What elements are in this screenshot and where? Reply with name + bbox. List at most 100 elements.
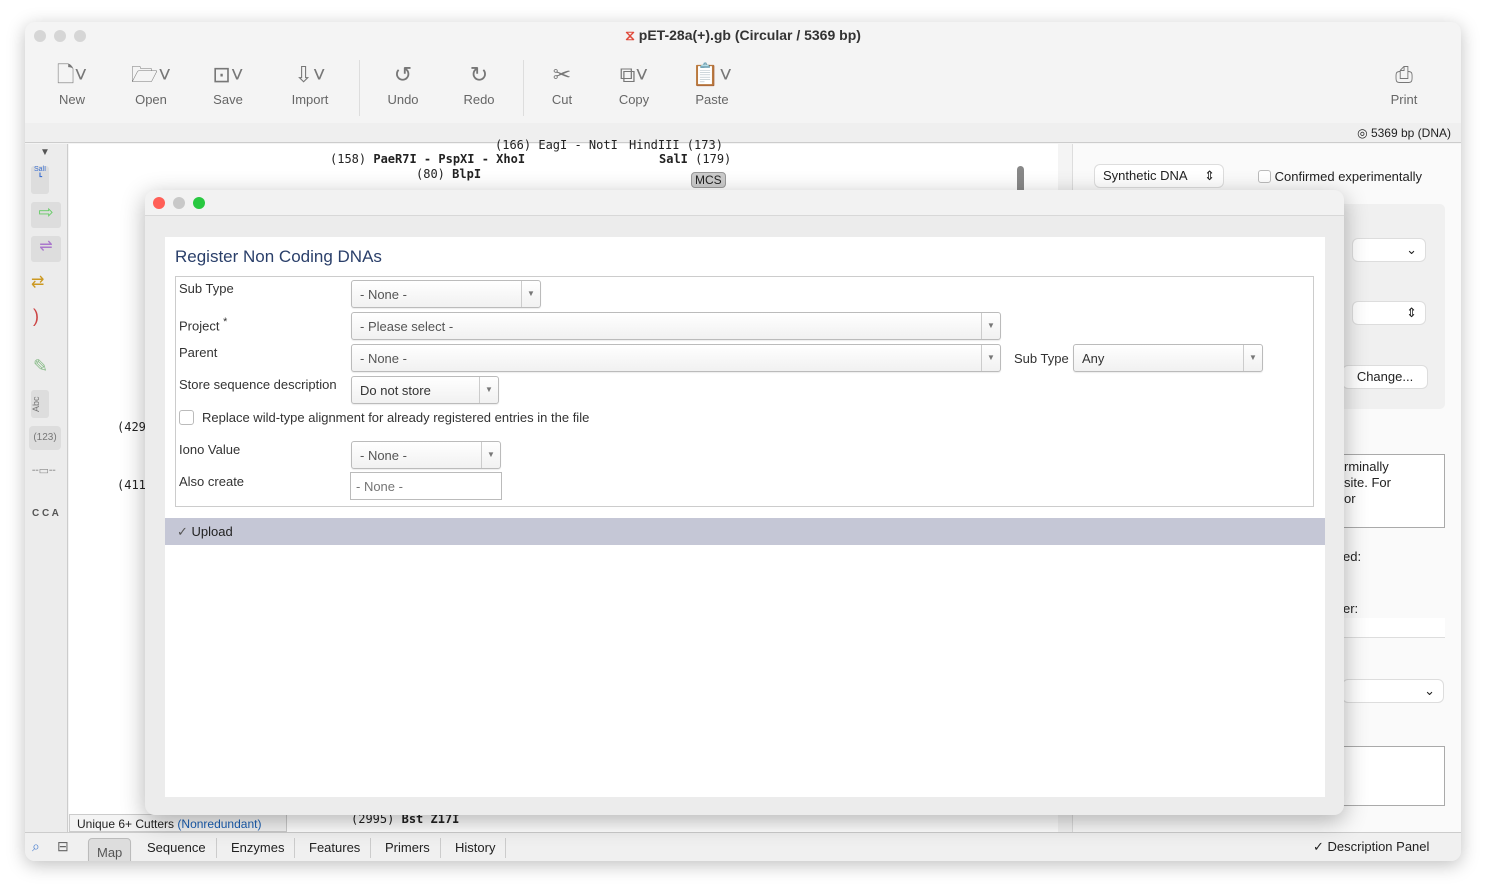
feature-arrow-tool[interactable]: ⇨ [31, 202, 61, 228]
enzymes: SalI [659, 152, 688, 166]
also-create-input[interactable] [350, 472, 502, 500]
tab-primers[interactable]: Primers [375, 838, 441, 858]
new-button[interactable]: 🗋˅ New [37, 58, 107, 107]
replace-alignment-checkbox[interactable]: Replace wild-type alignment for already … [179, 410, 589, 425]
label: Copy [618, 92, 650, 107]
save-icon: ⊡˅ [212, 62, 244, 87]
parent-label: Parent [179, 345, 218, 360]
value: - None - [360, 287, 407, 302]
open-button[interactable]: 🗁˅ Open [116, 58, 186, 107]
info-strip: ◎ 5369 bp (DNA) [25, 123, 1461, 143]
enzyme-set-selector[interactable]: Unique 6+ Cutters (Nonredundant) [69, 814, 287, 832]
dropdown[interactable]: ⌄ [1343, 680, 1443, 702]
alignment-tool[interactable]: C C A [32, 508, 59, 519]
line: site. For [1344, 475, 1391, 490]
tab-history[interactable]: History [445, 838, 507, 858]
parent-sub-type-label: Sub Type [1014, 351, 1069, 366]
cut-button[interactable]: ✂ Cut [527, 58, 597, 107]
sub-type-label: Sub Type [179, 281, 234, 296]
dialog-close-button[interactable] [153, 197, 165, 209]
text-tool[interactable]: Abc [31, 390, 49, 418]
import-button[interactable]: ⇩˅ Import [275, 58, 345, 107]
label: Redo [463, 92, 495, 107]
panel-toggle-icon[interactable]: ⊟ [57, 838, 69, 855]
stepper-select[interactable]: ⇕ [1353, 302, 1425, 324]
ruler-tool-icon[interactable]: ╌▭╌ [32, 464, 56, 477]
dialog-zoom-button[interactable] [193, 197, 205, 209]
sub-type-select[interactable]: - None - ▼ [351, 280, 541, 308]
tab-features[interactable]: Features [299, 838, 372, 858]
primer-tool[interactable]: ⇌ [31, 236, 61, 262]
label: Description Panel [1327, 839, 1430, 854]
label: New [58, 92, 85, 107]
tab-map[interactable]: Map [88, 838, 132, 861]
numbering-tool[interactable]: (123) [29, 426, 61, 450]
molecule-type-select[interactable]: Synthetic DNA ⇕ [1095, 165, 1223, 187]
label: Confirmed experimentally [1274, 169, 1423, 184]
label: Replace wild-type alignment for already … [202, 410, 590, 425]
required-marker: * [223, 316, 228, 328]
mcs-feature[interactable]: MCS [691, 172, 726, 188]
label: Unique 6+ Cutters [77, 817, 175, 831]
copy-icon: ⧉˅ [619, 62, 649, 87]
store-description-label: Store sequence description [179, 377, 337, 392]
label: Paste [695, 92, 729, 107]
fragment-text: ed: [1343, 549, 1362, 564]
dialog-content: Register Non Coding DNAs Sub Type - None… [165, 237, 1325, 797]
chevron-down-icon: ⌄ [1406, 242, 1417, 257]
save-button[interactable]: ⊡˅ Save [193, 58, 263, 107]
orf-tool-icon[interactable]: ⇄ [31, 272, 44, 292]
upload-button[interactable]: ✓ Upload [165, 518, 1325, 545]
paste-button[interactable]: 📋˅ Paste [677, 58, 747, 107]
tab-enzymes[interactable]: Enzymes [221, 838, 296, 858]
bp-text: 5369 bp (DNA) [1370, 126, 1451, 140]
redo-icon: ↻ [469, 62, 489, 87]
mode-link[interactable]: (Nonredundant) [177, 817, 261, 831]
new-file-icon: 🗋˅ [56, 62, 88, 87]
confirmed-checkbox[interactable]: Confirmed experimentally [1258, 169, 1422, 184]
change-button[interactable]: Change... [1343, 366, 1427, 388]
value: - None - [360, 448, 407, 463]
label: Project [179, 318, 220, 334]
line: rminally [1344, 459, 1389, 474]
sequence-info: ◎ 5369 bp (DNA) [1357, 126, 1451, 140]
print-button[interactable]: ⎙ Print [1369, 58, 1439, 107]
checkmark-icon: ✓ [177, 524, 188, 539]
paste-icon: 📋˅ [691, 62, 733, 87]
window-title: ⧖ pET-28a(+).gb (Circular / 5369 bp) [25, 27, 1461, 44]
site-label: (166) EagI - NotI [495, 138, 618, 152]
dropdown-arrow-icon: ▼ [981, 345, 1000, 371]
parent-select[interactable]: - None - ▼ [351, 344, 1001, 372]
dropdown-arrow-icon: ▼ [981, 313, 1000, 339]
dropdown-arrow-icon: ▼ [481, 442, 500, 468]
parent-sub-type-select[interactable]: Any ▼ [1073, 344, 1263, 372]
site-label: HindIII (173) [629, 138, 723, 152]
restriction-site-tool[interactable]: SalI ┗ [31, 166, 49, 194]
snapgene-logo-icon: ⧖ [625, 27, 635, 43]
iono-value-select[interactable]: - None - ▼ [351, 441, 501, 469]
site-label: SalI (179) [659, 152, 731, 166]
enzymes: PaeR7I - PspXI - XhoI [373, 152, 526, 166]
store-description-select[interactable]: Do not store ▼ [351, 376, 499, 404]
dropdown[interactable]: ⌄ [1353, 239, 1425, 261]
collapse-icon[interactable]: ▼ [40, 147, 50, 158]
description-panel-toggle[interactable]: ✓ Description Panel [1313, 839, 1429, 855]
project-select[interactable]: - Please select - ▼ [351, 312, 1001, 340]
label: Import [291, 92, 329, 107]
redo-button[interactable]: ↻ Redo [444, 58, 514, 107]
search-icon[interactable]: ⌕ [32, 838, 40, 855]
fragment-text: er: [1343, 601, 1359, 616]
arc-tool-icon[interactable]: ) [33, 306, 39, 327]
value: Do not store [360, 383, 431, 398]
view-tabs-bar: ⌕ ⊟ Map Sequence Enzymes Features Primer… [25, 832, 1461, 861]
tab-sequence[interactable]: Sequence [137, 838, 217, 858]
text-area[interactable] [1343, 746, 1445, 806]
pen-tool-icon[interactable]: ✎ [33, 356, 48, 377]
undo-button[interactable]: ↺ Undo [368, 58, 438, 107]
dialog-minimize-button[interactable] [173, 197, 185, 209]
site-label: (80) BlpI [416, 167, 481, 181]
value: Synthetic DNA [1103, 168, 1188, 183]
copy-button[interactable]: ⧉˅ Copy [599, 58, 669, 107]
text-field[interactable] [1343, 618, 1445, 638]
pos: (179) [695, 152, 732, 166]
